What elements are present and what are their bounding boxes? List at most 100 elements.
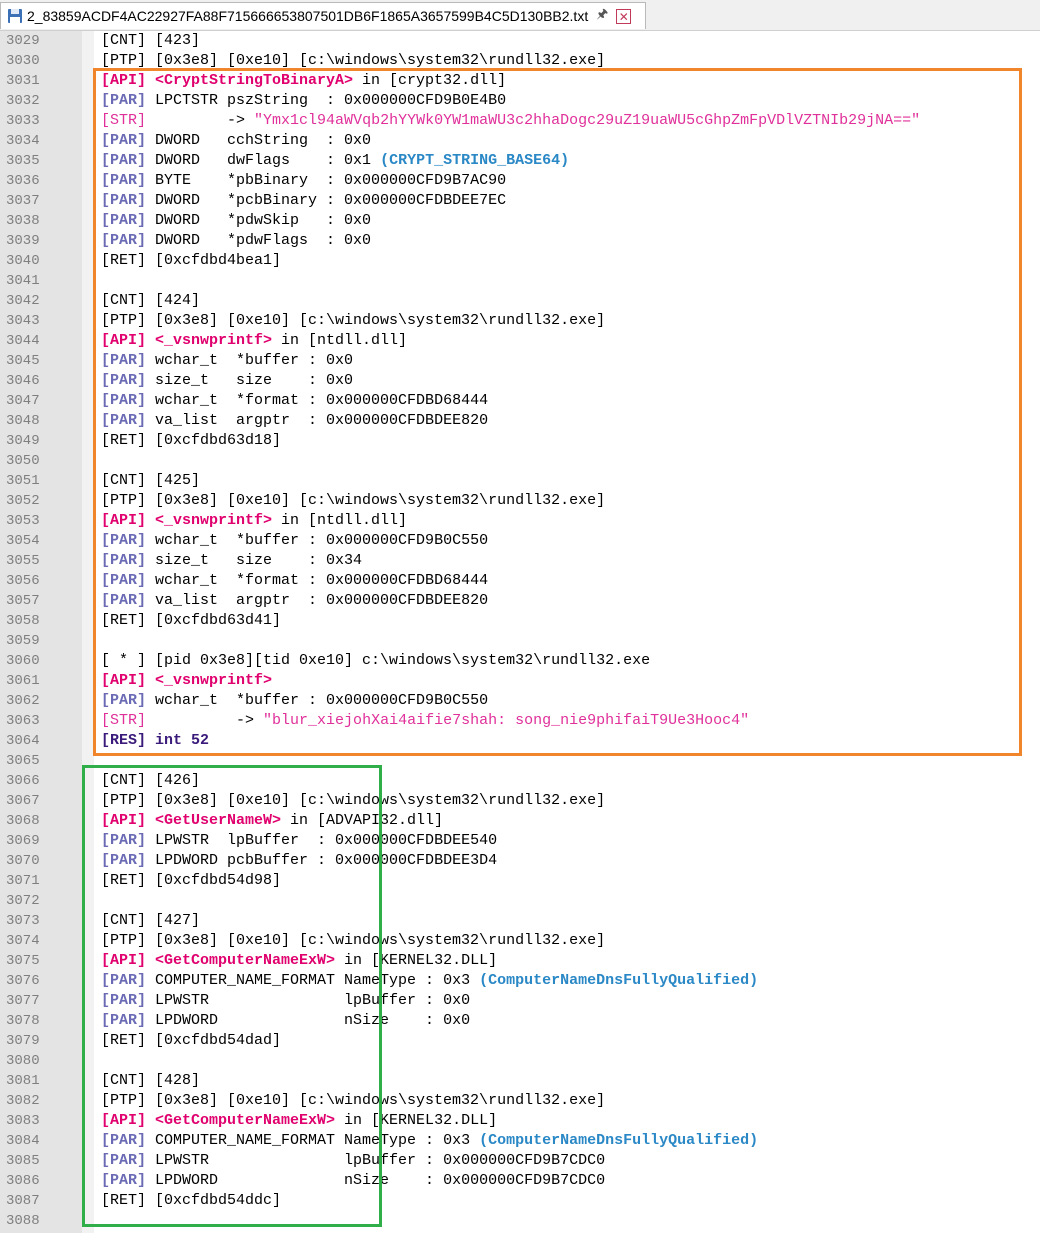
line-text: [PAR] LPDWORD nSize : 0x000000CFD9B7CDC0 [101,1171,605,1191]
token-par: [PAR] [101,992,147,1009]
editor-line[interactable]: 3047 [PAR] wchar_t *format : 0x000000CFDB… [0,391,1040,411]
token-par: [PAR] [101,832,147,849]
editor-line[interactable]: 3049 [RET] [0xcfdbd63d18] [0,431,1040,451]
editor-line[interactable]: 3079 [RET] [0xcfdbd54dad] [0,1031,1040,1051]
line-text: [PAR] size_t size : 0x34 [101,551,362,571]
editor-line[interactable]: 3053 [API] <_vsnwprintf> in [ntdll.dll] [0,511,1040,531]
line-text: [RES] int 52 [101,731,209,751]
editor-line[interactable]: 3042 [CNT] [424] [0,291,1040,311]
editor-line[interactable]: 3080 [0,1051,1040,1071]
line-text: [CNT] [427] [101,911,200,931]
close-tab-icon[interactable]: ✕ [616,8,632,24]
line-text: [RET] [0xcfdbd63d41] [101,611,281,631]
editor-line[interactable]: 3062 [PAR] wchar_t *buffer : 0x000000CFD9… [0,691,1040,711]
editor-line[interactable]: 3077 [PAR] LPWSTR lpBuffer : 0x0 [0,991,1040,1011]
editor-line[interactable]: 3069 [PAR] LPWSTR lpBuffer : 0x000000CFDB… [0,831,1040,851]
line-number: 3038 [6,213,40,229]
token-text: [ * ] [pid 0x3e8][tid 0xe10] c:\windows\… [101,652,651,669]
line-text: [CNT] [423] [101,31,200,51]
editor-line[interactable]: 3050 [0,451,1040,471]
line-number: 3078 [6,1013,40,1029]
editor-line[interactable]: 3078 [PAR] LPDWORD nSize : 0x0 [0,1011,1040,1031]
token-par: [PAR] [101,232,147,249]
save-disk-icon [8,9,22,23]
editor-line[interactable]: 3088 [0,1211,1040,1231]
token-text: [CNT] [423] [101,32,201,49]
line-text: [PAR] wchar_t *format : 0x000000CFDBD684… [101,571,488,591]
editor-line[interactable]: 3059 [0,631,1040,651]
editor-line[interactable]: 3084 [PAR] COMPUTER_NAME_FORMAT NameType … [0,1131,1040,1151]
token-str: [STR] [101,112,147,129]
editor-line[interactable]: 3055 [PAR] size_t size : 0x34 [0,551,1040,571]
editor-line[interactable]: 3061 [API] <_vsnwprintf> [0,671,1040,691]
line-number: 3062 [6,693,40,709]
editor-line[interactable]: 3048 [PAR] va_list argptr : 0x000000CFDBD… [0,411,1040,431]
editor-line[interactable]: 3040 [RET] [0xcfdbd4bea1] [0,251,1040,271]
line-text: [PAR] LPWSTR lpBuffer : 0x0 [101,991,470,1011]
editor-line[interactable]: 3087 [RET] [0xcfdbd54ddc] [0,1191,1040,1211]
line-text: [API] <_vsnwprintf> in [ntdll.dll] [101,511,407,531]
line-number: 3044 [6,333,40,349]
editor-line[interactable]: 3072 [0,891,1040,911]
file-tab[interactable]: 2_83859ACDF4AC22927FA88F715666653807501D… [0,2,646,29]
editor-line[interactable]: 3082 [PTP] [0x3e8] [0xe10] [c:\windows\sy… [0,1091,1040,1111]
editor-line[interactable]: 3033 [STR] -> "Ymx1cl94aWVqb2hYYWk0YW1maW… [0,111,1040,131]
line-number: 3056 [6,573,40,589]
editor-line[interactable]: 3074 [PTP] [0x3e8] [0xe10] [c:\windows\sy… [0,931,1040,951]
editor-line[interactable]: 3071 [RET] [0xcfdbd54d98] [0,871,1040,891]
line-text: [API] <GetComputerNameExW> in [KERNEL32.… [101,1111,497,1131]
editor-line[interactable]: 3066 [CNT] [426] [0,771,1040,791]
editor-line[interactable]: 3031 [API] <CryptStringToBinaryA> in [cry… [0,71,1040,91]
editor-line[interactable]: 3052 [PTP] [0x3e8] [0xe10] [c:\windows\sy… [0,491,1040,511]
line-text: [CNT] [426] [101,771,200,791]
line-number: 3071 [6,873,40,889]
editor-line[interactable]: 3081 [CNT] [428] [0,1071,1040,1091]
editor-line[interactable]: 3085 [PAR] LPWSTR lpBuffer : 0x000000CFD9… [0,1151,1040,1171]
editor-line[interactable]: 3075 [API] <GetComputerNameExW> in [KERNE… [0,951,1040,971]
editor-line[interactable]: 3057 [PAR] va_list argptr : 0x000000CFDBD… [0,591,1040,611]
pin-icon[interactable]: 🖈 [596,5,608,27]
editor-line[interactable]: 3037 [PAR] DWORD *pcbBinary : 0x000000CFD… [0,191,1040,211]
editor-line[interactable]: 3039 [PAR] DWORD *pdwFlags : 0x0 [0,231,1040,251]
token-text: in [ntdll.dll] [272,512,408,529]
line-text: [PAR] COMPUTER_NAME_FORMAT NameType : 0x… [101,1131,758,1151]
editor-line[interactable]: 3064 [RES] int 52 [0,731,1040,751]
token-text: [CNT] [428] [101,1072,201,1089]
editor-line[interactable]: 3051 [CNT] [425] [0,471,1040,491]
token-text: DWORD *pcbBinary : 0x000000CFDBDEE7EC [146,192,507,209]
editor-line[interactable]: 3076 [PAR] COMPUTER_NAME_FORMAT NameType … [0,971,1040,991]
line-number: 3037 [6,193,40,209]
editor-line[interactable]: 3086 [PAR] LPDWORD nSize : 0x000000CFD9B7… [0,1171,1040,1191]
editor-line[interactable]: 3046 [PAR] size_t size : 0x0 [0,371,1040,391]
editor-line[interactable]: 3065 [0,751,1040,771]
editor-line[interactable]: 3041 [0,271,1040,291]
editor-line[interactable]: 3036 [PAR] BYTE *pbBinary : 0x000000CFD9B… [0,171,1040,191]
line-text: [PTP] [0x3e8] [0xe10] [c:\windows\system… [101,1091,605,1111]
editor-line[interactable]: 3063 [STR] -> "blur_xiejohXai4aifie7shah:… [0,711,1040,731]
editor-line[interactable]: 3083 [API] <GetComputerNameExW> in [KERNE… [0,1111,1040,1131]
editor-line[interactable]: 3029 [CNT] [423] [0,31,1040,51]
editor-line[interactable]: 3060 [ * ] [pid 0x3e8][tid 0xe10] c:\wind… [0,651,1040,671]
editor-line[interactable]: 3056 [PAR] wchar_t *format : 0x000000CFDB… [0,571,1040,591]
editor-line[interactable]: 3038 [PAR] DWORD *pdwSkip : 0x0 [0,211,1040,231]
editor-line[interactable]: 3073 [CNT] [427] [0,911,1040,931]
line-text: [API] <CryptStringToBinaryA> in [crypt32… [101,71,506,91]
editor-line[interactable]: 3067 [PTP] [0x3e8] [0xe10] [c:\windows\sy… [0,791,1040,811]
editor-line[interactable]: 3030 [PTP] [0x3e8] [0xe10] [c:\windows\sy… [0,51,1040,71]
editor-line[interactable]: 3070 [PAR] LPDWORD pcbBuffer : 0x000000CF… [0,851,1040,871]
token-text: size_t size : 0x0 [146,372,354,389]
editor-line[interactable]: 3044 [API] <_vsnwprintf> in [ntdll.dll] [0,331,1040,351]
editor-line[interactable]: 3032 [PAR] LPCTSTR pszString : 0x000000CF… [0,91,1040,111]
line-number: 3073 [6,913,40,929]
line-number: 3048 [6,413,40,429]
editor-line[interactable]: 3058 [RET] [0xcfdbd63d41] [0,611,1040,631]
editor-line[interactable]: 3043 [PTP] [0x3e8] [0xe10] [c:\windows\sy… [0,311,1040,331]
editor-line[interactable]: 3035 [PAR] DWORD dwFlags : 0x1 (CRYPT_STR… [0,151,1040,171]
editor-line[interactable]: 3068 [API] <GetUserNameW> in [ADVAPI32.dl… [0,811,1040,831]
editor-line[interactable]: 3045 [PAR] wchar_t *buffer : 0x0 [0,351,1040,371]
line-number: 3041 [6,273,40,289]
editor-line[interactable]: 3034 [PAR] DWORD cchString : 0x0 [0,131,1040,151]
token-par: [PAR] [101,392,147,409]
token-text: COMPUTER_NAME_FORMAT NameType : 0x3 [146,1132,480,1149]
editor-line[interactable]: 3054 [PAR] wchar_t *buffer : 0x000000CFD9… [0,531,1040,551]
